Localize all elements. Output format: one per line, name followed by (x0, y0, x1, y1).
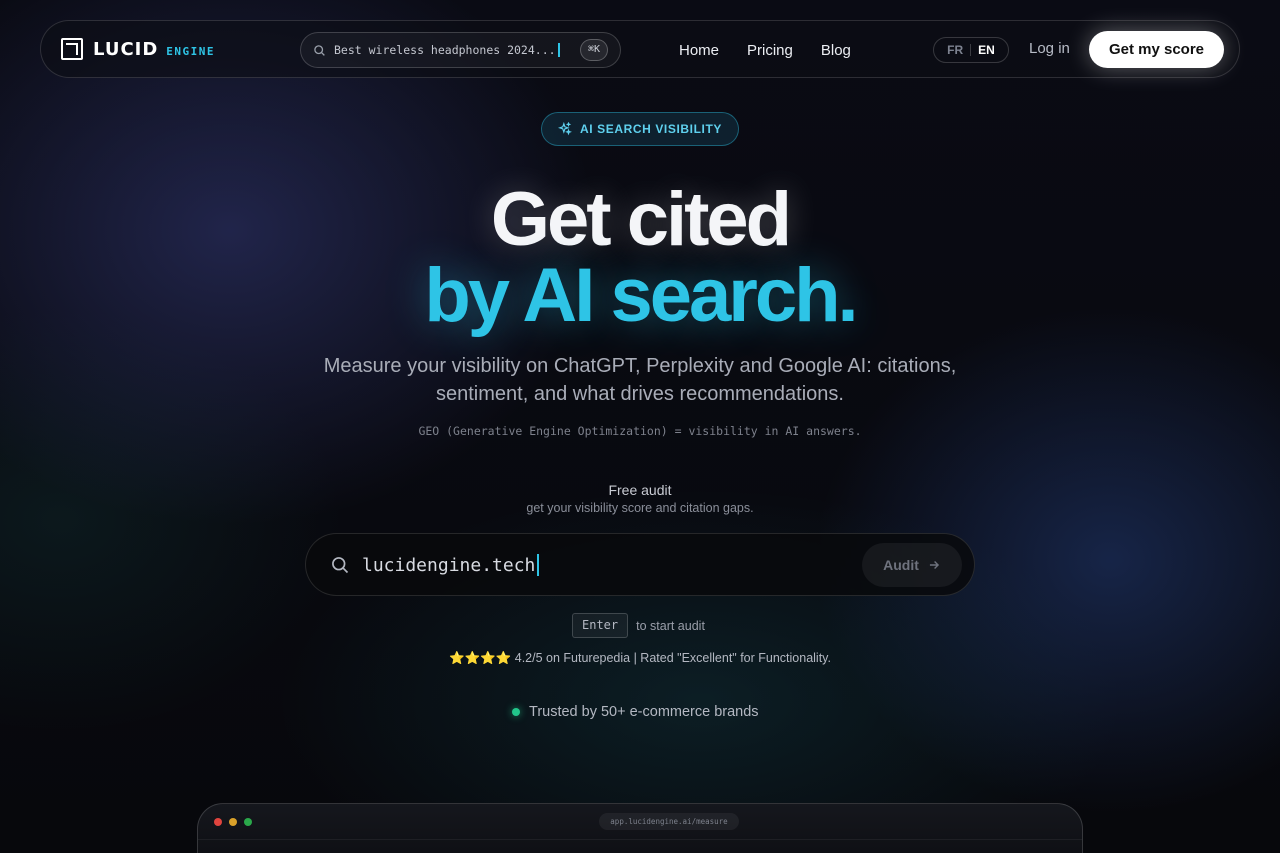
enter-hint: Enter to start audit (572, 613, 705, 638)
arrow-right-icon (929, 561, 939, 569)
nav-link-home[interactable]: Home (679, 42, 719, 59)
audit-button-label: Audit (883, 557, 919, 573)
search-icon (314, 44, 325, 56)
language-switcher: FR EN (933, 37, 1009, 63)
logo-text: LUCID (93, 38, 159, 60)
lang-divider (970, 44, 972, 56)
hero-title-line1: Get cited (490, 177, 792, 262)
navbar: LUCID ENGINE Best wireless headphones 20… (40, 20, 1240, 78)
hero-subtitle: Measure your visibility on ChatGPT, Perp… (323, 355, 957, 405)
hero-badge: AI SEARCH VISIBILITY (541, 112, 739, 146)
login-link[interactable]: Log in (1029, 40, 1070, 57)
rating-stars: ⭐⭐⭐⭐ (449, 651, 512, 665)
hero-title-line2: by AI search. (424, 253, 858, 338)
audit-sublabel: get your visibility score and citation g… (526, 501, 754, 515)
trusted-text: Trusted by 50+ e-commerce brands (529, 704, 759, 720)
logo[interactable]: LUCID ENGINE (61, 38, 215, 60)
lang-fr[interactable]: FR (947, 43, 963, 57)
audit-label: Free audit (608, 482, 672, 498)
rating: ⭐⭐⭐⭐ 4.2/5 on Futurepedia | Rated "Excel… (0, 651, 1280, 666)
traffic-light-green-icon (244, 818, 252, 826)
search-icon (332, 557, 349, 574)
traffic-light-yellow-icon (229, 818, 237, 826)
enter-hint-text: to start audit (636, 618, 705, 633)
geo-note: GEO (Generative Engine Optimization) = v… (418, 424, 862, 438)
preview-url: app.lucidengine.ai/measure (599, 813, 739, 830)
app-preview-window: app.lucidengine.ai/measure (197, 803, 1083, 853)
domain-input[interactable] (362, 551, 842, 579)
shortcut-badge: ⌘K (579, 39, 608, 61)
get-score-button[interactable]: Get my score (1089, 31, 1224, 68)
enter-key: Enter (572, 613, 629, 638)
text-caret (537, 554, 539, 576)
text-caret (557, 43, 560, 58)
audit-form: Audit (305, 533, 975, 596)
logo-mark-icon (61, 38, 83, 60)
divider (198, 839, 1082, 840)
nav-link-pricing[interactable]: Pricing (747, 42, 793, 59)
nav-links: Home Pricing Blog (679, 21, 851, 79)
logo-suffix: ENGINE (166, 45, 216, 58)
nav-search-query: Best wireless headphones 2024... (334, 43, 560, 58)
status-dot-icon (512, 708, 520, 716)
lang-en[interactable]: EN (978, 43, 995, 57)
audit-button[interactable]: Audit (862, 543, 962, 587)
traffic-light-red-icon (214, 818, 222, 826)
rating-text: 4.2/5 on Futurepedia | Rated "Excellent"… (514, 651, 831, 665)
hero-badge-label: AI SEARCH VISIBILITY (579, 122, 722, 136)
sparkles-icon (557, 122, 572, 136)
nav-link-blog[interactable]: Blog (821, 42, 851, 59)
trusted-line: Trusted by 50+ e-commerce brands (512, 704, 759, 720)
nav-search[interactable]: Best wireless headphones 2024... ⌘K (300, 32, 621, 68)
